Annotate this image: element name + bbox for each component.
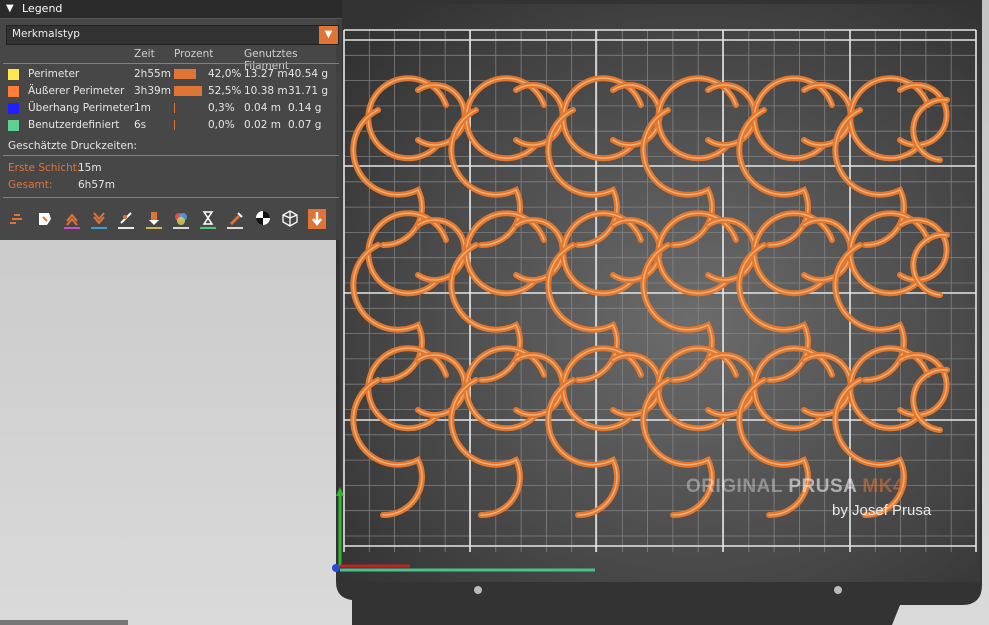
bottom-strip xyxy=(0,620,128,625)
feature-percent: 52,5% xyxy=(208,85,242,97)
collapse-triangle-icon[interactable]: ▼ xyxy=(6,3,14,14)
feature-percent: 0,3% xyxy=(208,102,235,114)
deretractions-icon[interactable] xyxy=(88,207,110,231)
col-percent: Prozent xyxy=(174,48,214,60)
legend-row[interactable]: Perimeter 2h55m 42,0% 13.27 m 40.54 g xyxy=(0,66,342,83)
legend-panel: ▼ Legend Merkmalstyp ▼ Zeit Prozent Genu… xyxy=(0,0,342,240)
legend-title: Legend xyxy=(22,2,63,15)
toggle-indicator xyxy=(63,227,80,229)
origin-marker xyxy=(332,564,340,572)
feature-time: 2h55m xyxy=(134,68,171,80)
feature-length: 0.04 m xyxy=(244,102,281,114)
toggle-indicator xyxy=(90,227,107,229)
legend-header[interactable]: ▼ Legend xyxy=(0,0,342,19)
percent-bar xyxy=(174,86,202,96)
legend-row[interactable]: Äußerer Perimeter 3h39m 52,5% 10.38 m 31.71 … xyxy=(0,83,342,100)
percent-bar xyxy=(174,103,175,113)
first-layer-label: Erste Schicht: xyxy=(8,162,81,174)
wipe-icon[interactable] xyxy=(33,207,55,231)
feature-weight: 0.14 g xyxy=(288,102,322,114)
feature-length: 10.38 m xyxy=(244,85,288,97)
total-value: 6h57m xyxy=(78,179,115,191)
retractions-icon[interactable] xyxy=(61,207,83,231)
total-row: Gesamt: 6h57m xyxy=(8,179,208,191)
custom-gcodes-icon[interactable] xyxy=(224,207,246,231)
feature-weight: 40.54 g xyxy=(288,68,329,80)
tool-changes-icon[interactable] xyxy=(143,207,165,231)
feature-label: Benutzerdefiniert xyxy=(28,119,120,131)
first-layer-value: 15m xyxy=(78,162,102,174)
tool-marker-icon[interactable] xyxy=(306,207,328,231)
travel-icon[interactable] xyxy=(6,207,28,231)
total-label: Gesamt: xyxy=(8,179,53,191)
divider xyxy=(3,155,339,156)
seams-icon[interactable] xyxy=(115,207,137,231)
feature-label: Überhang Perimeter xyxy=(28,102,134,114)
divider xyxy=(3,197,339,198)
feature-time: 6s xyxy=(134,119,147,131)
pause-prints-icon[interactable] xyxy=(197,207,219,231)
percent-bar xyxy=(174,120,175,130)
estimated-times-title: Geschätzte Druckzeiten: xyxy=(8,140,138,152)
toggle-indicator xyxy=(200,227,217,229)
feature-percent: 42,0% xyxy=(208,68,242,80)
bed-logo: ORIGINAL PRUSA MK4 xyxy=(686,476,905,497)
first-layer-row: Erste Schicht: 15m xyxy=(8,162,208,174)
bed-screw xyxy=(474,586,482,594)
shells-icon[interactable] xyxy=(279,207,301,231)
feature-label: Perimeter xyxy=(28,68,80,80)
color-swatch xyxy=(8,69,19,80)
color-changes-icon[interactable] xyxy=(170,207,192,231)
color-swatch xyxy=(8,86,19,97)
feature-time: 3h39m xyxy=(134,85,171,97)
toggle-indicator xyxy=(118,227,135,229)
feature-length: 13.27 m xyxy=(244,68,288,80)
col-time: Zeit xyxy=(134,48,155,60)
feature-label: Äußerer Perimeter xyxy=(28,85,125,97)
divider xyxy=(3,63,339,64)
feature-weight: 0.07 g xyxy=(288,119,322,131)
feature-percent: 0,0% xyxy=(208,119,235,131)
dropdown-arrow-icon[interactable]: ▼ xyxy=(319,26,338,44)
toggle-indicator xyxy=(172,227,189,229)
color-swatch xyxy=(8,120,19,131)
percent-bar xyxy=(174,69,196,79)
feature-length: 0.02 m xyxy=(244,119,281,131)
legend-row[interactable]: Benutzerdefiniert 6s 0,0% 0.02 m 0.07 g xyxy=(0,117,342,134)
bed-logo-subtitle: by Josef Prusa xyxy=(832,502,932,519)
view-type-select[interactable]: Merkmalstyp ▼ xyxy=(6,25,339,45)
legend-row[interactable]: Überhang Perimeter 1m 0,3% 0.04 m 0.14 g xyxy=(0,100,342,117)
center-of-gravity-icon[interactable] xyxy=(252,207,274,231)
feature-weight: 31.71 g xyxy=(288,85,329,97)
bed-screw xyxy=(834,586,842,594)
view-type-value: Merkmalstyp xyxy=(12,28,80,40)
toggle-indicator xyxy=(145,227,162,229)
color-swatch xyxy=(8,103,19,114)
toggle-indicator xyxy=(227,227,244,229)
feature-time: 1m xyxy=(134,102,151,114)
legend-options-toolbar xyxy=(6,207,336,231)
